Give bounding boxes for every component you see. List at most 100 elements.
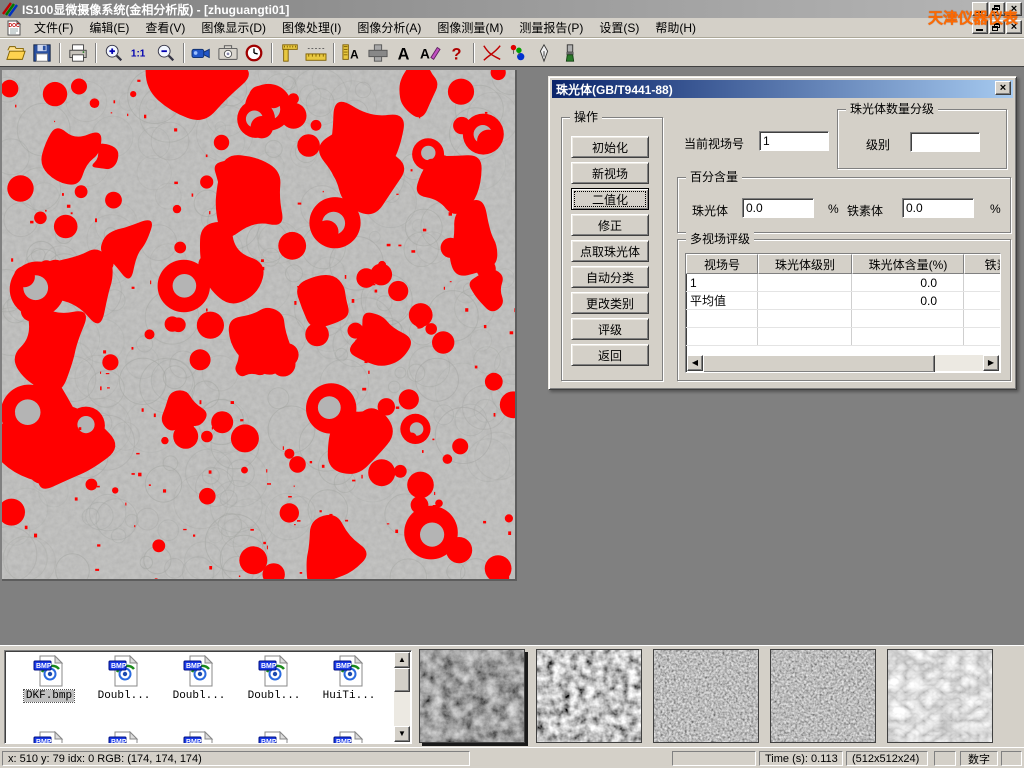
col-ferrite-content[interactable]: 铁素体含量(%)	[964, 254, 1001, 274]
dialog-title-bar[interactable]: 珠光体(GB/T9441-88) ×	[552, 80, 1013, 98]
thumbnail-5[interactable]	[887, 649, 993, 743]
menu-image-display[interactable]: 图像显示(D)	[193, 17, 274, 38]
capture-button[interactable]	[215, 41, 241, 65]
pearlite-label: 珠光体	[692, 202, 728, 219]
rating-table[interactable]: 视场号 珠光体级别 珠光体含量(%) 铁素体含量(%) 1 0.0 平均值 0.…	[685, 253, 1001, 373]
minimize-button[interactable]	[972, 2, 988, 16]
auto-classify-button[interactable]: 自动分类	[571, 266, 649, 288]
menu-image-processing[interactable]: 图像处理(I)	[274, 17, 349, 38]
multi-field-group-label: 多视场评级	[686, 232, 754, 246]
zoom-out-button[interactable]	[153, 41, 179, 65]
save-icon	[31, 43, 53, 63]
thumbnail-1[interactable]	[419, 649, 525, 743]
restore-button[interactable]	[989, 2, 1005, 16]
measure-text-button[interactable]: A	[339, 41, 365, 65]
file-list-vscrollbar[interactable]: ▲ ▼	[394, 652, 410, 742]
file-name[interactable]: DKF.bmp	[24, 690, 74, 702]
zoom-in-icon	[103, 43, 125, 63]
ruler-button[interactable]	[303, 41, 329, 65]
file-item[interactable]: BMP HuiTi...	[313, 655, 385, 702]
micrograph-image[interactable]	[2, 70, 517, 581]
correct-button[interactable]: 修正	[571, 214, 649, 236]
actual-size-button[interactable]: 1:1	[127, 41, 153, 65]
open-button[interactable]	[3, 41, 29, 65]
bmp-file-icon: BMP	[108, 731, 140, 744]
ferrite-input[interactable]	[902, 198, 974, 218]
child-restore-button[interactable]	[989, 20, 1005, 34]
scroll-down-icon[interactable]: ▼	[394, 726, 410, 742]
dialog-close-button[interactable]: ×	[995, 81, 1011, 95]
scroll-up-icon[interactable]: ▲	[394, 652, 410, 668]
grade-input[interactable]	[910, 132, 980, 152]
timer-icon	[243, 43, 265, 63]
menu-edit[interactable]: 编辑(E)	[81, 17, 137, 38]
thumbnail-3[interactable]	[653, 649, 759, 743]
current-field-input[interactable]	[759, 131, 829, 151]
file-name[interactable]: HuiTi...	[321, 690, 378, 702]
status-panel-empty	[1001, 751, 1022, 766]
menu-help[interactable]: 帮助(H)	[647, 17, 704, 38]
menu-measure-report[interactable]: 测量报告(P)	[511, 17, 591, 38]
pick-pearlite-button[interactable]: 点取珠光体	[571, 240, 649, 262]
menu-image-analysis[interactable]: 图像分析(A)	[349, 17, 429, 38]
table-row[interactable]: 平均值 0.0	[686, 292, 1000, 310]
file-item[interactable]: BMP DKF.bmp	[13, 655, 85, 702]
svg-text:A: A	[350, 47, 359, 61]
close-button[interactable]: ×	[1006, 2, 1022, 16]
brush-button[interactable]	[557, 41, 583, 65]
file-name[interactable]: Doubl...	[246, 690, 303, 702]
spline-button[interactable]	[479, 41, 505, 65]
new-field-button[interactable]: 新视场	[571, 162, 649, 184]
initialize-button[interactable]: 初始化	[571, 136, 649, 158]
file-list[interactable]: BMP DKF.bmp BMP Doubl... BMP Doubl...	[4, 650, 412, 744]
file-item[interactable]: BMP	[88, 731, 160, 744]
menu-settings[interactable]: 设置(S)	[591, 17, 647, 38]
col-field-no[interactable]: 视场号	[686, 254, 758, 274]
rate-button[interactable]: 评级	[571, 318, 649, 340]
thumbnail-4[interactable]	[770, 649, 876, 743]
table-row[interactable]: 1 0.0	[686, 274, 1000, 292]
caliper-button[interactable]	[277, 41, 303, 65]
thumbnail-2[interactable]	[536, 649, 642, 743]
file-item[interactable]: BMP Doubl...	[238, 655, 310, 702]
table-hscrollbar[interactable]: ◀ ▶	[687, 355, 999, 371]
particles-button[interactable]	[505, 41, 531, 65]
menu-image-measure[interactable]: 图像测量(M)	[429, 17, 511, 38]
scroll-left-icon[interactable]: ◀	[687, 355, 703, 371]
menu-file[interactable]: 文件(F)	[26, 17, 81, 38]
file-name[interactable]: Doubl...	[96, 690, 153, 702]
toolbar-separator	[95, 43, 97, 63]
text-button[interactable]: A	[391, 41, 417, 65]
file-name[interactable]: Doubl...	[171, 690, 228, 702]
file-item[interactable]: BMP Doubl...	[88, 655, 160, 702]
child-close-button[interactable]: ×	[1006, 20, 1022, 34]
menu-bar: DOC 文件(F) 编辑(E) 查看(V) 图像显示(D) 图像处理(I) 图像…	[0, 18, 1024, 38]
vscrollbar-thumb[interactable]	[394, 668, 410, 692]
hscrollbar-thumb[interactable]	[703, 355, 935, 373]
edit-text-button[interactable]: A	[417, 41, 443, 65]
return-button[interactable]: 返回	[571, 344, 649, 366]
file-item[interactable]: BMP Doubl...	[163, 655, 235, 702]
binarize-button[interactable]: 二值化	[571, 188, 649, 210]
scroll-right-icon[interactable]: ▶	[983, 355, 999, 371]
col-pearlite-content[interactable]: 珠光体含量(%)	[852, 254, 964, 274]
title-bar: IS100显微摄像系统(金相分析版) - [zhuguangti01]	[0, 0, 1024, 18]
menu-view[interactable]: 查看(V)	[137, 17, 193, 38]
video-capture-button[interactable]	[189, 41, 215, 65]
merge-button[interactable]	[365, 41, 391, 65]
save-button[interactable]	[29, 41, 55, 65]
toolbar-separator	[473, 43, 475, 63]
file-item[interactable]: BMP	[163, 731, 235, 744]
pearlite-input[interactable]	[742, 198, 814, 218]
child-minimize-button[interactable]	[972, 20, 988, 34]
print-button[interactable]	[65, 41, 91, 65]
file-item[interactable]: BMP	[13, 731, 85, 744]
change-class-button[interactable]: 更改类别	[571, 292, 649, 314]
zoom-in-button[interactable]	[101, 41, 127, 65]
file-item[interactable]: BMP	[238, 731, 310, 744]
timer-button[interactable]	[241, 41, 267, 65]
pen-button[interactable]	[531, 41, 557, 65]
help-button[interactable]: ?	[443, 41, 469, 65]
file-item[interactable]: BMP	[313, 731, 385, 744]
col-pearlite-grade[interactable]: 珠光体级别	[758, 254, 852, 274]
